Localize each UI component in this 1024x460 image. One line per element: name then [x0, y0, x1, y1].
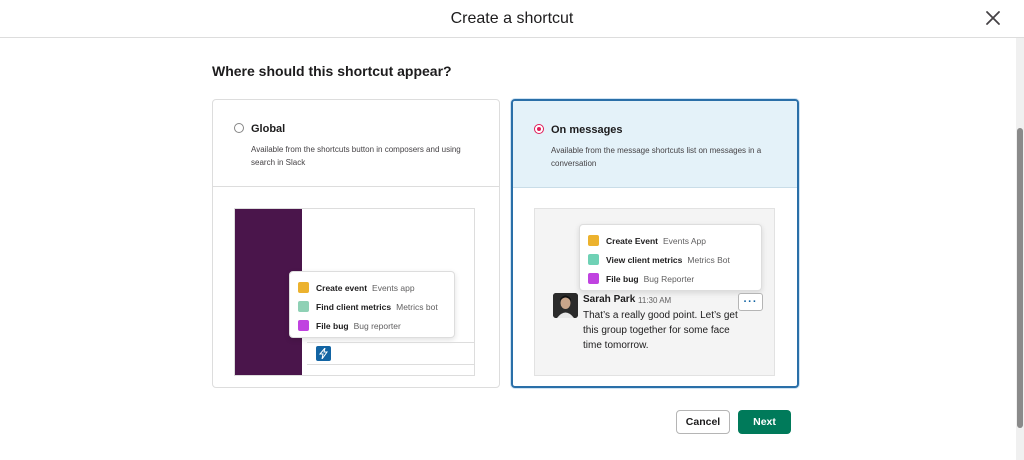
close-icon[interactable]	[984, 9, 1002, 27]
option-title-messages: On messages	[551, 124, 623, 136]
menu-item-name: Create Event	[606, 235, 658, 246]
composer-divider	[307, 364, 474, 365]
cancel-button[interactable]: Cancel	[676, 410, 730, 434]
message-timestamp: 11:30 AM	[638, 296, 672, 305]
option-card-global[interactable]: Global Available from the shortcuts butt…	[212, 99, 500, 388]
global-preview: Create event Events app Find client metr…	[234, 208, 475, 376]
radio-global[interactable]	[234, 123, 244, 133]
menu-item-app: Events app	[372, 282, 415, 293]
section-heading: Where should this shortcut appear?	[212, 63, 452, 79]
menu-item: View client metrics Metrics Bot	[588, 250, 753, 269]
menu-item: File bug Bug reporter	[298, 316, 446, 335]
lightning-bolt-icon	[316, 346, 331, 361]
app-color-icon	[588, 254, 599, 265]
radio-messages[interactable]	[534, 124, 544, 134]
app-color-icon	[298, 282, 309, 293]
option-card-messages[interactable]: On messages Available from the message s…	[511, 99, 799, 388]
app-color-icon	[588, 235, 599, 246]
message-author: Sarah Park	[583, 294, 636, 305]
menu-item-app: Events App	[662, 235, 706, 246]
option-description-global: Available from the shortcuts button in c…	[251, 145, 461, 167]
menu-item-app: Metrics bot	[396, 301, 438, 312]
option-header-global: Global Available from the shortcuts butt…	[213, 100, 499, 187]
app-color-icon	[588, 273, 599, 284]
avatar	[553, 293, 578, 318]
menu-item: Create Event Events App	[588, 231, 753, 250]
menu-item: Find client metrics Metrics bot	[298, 297, 446, 316]
more-actions-button[interactable]: ···	[738, 293, 763, 311]
message-text: That’s a really good point. Let’s get th…	[583, 310, 738, 351]
menu-item-app: Bug reporter	[353, 320, 401, 331]
app-color-icon	[298, 320, 309, 331]
menu-item-name: File bug	[606, 273, 639, 284]
composer-divider	[307, 342, 474, 343]
modal-header: Create a shortcut	[0, 0, 1024, 38]
scrollbar-thumb[interactable]	[1017, 128, 1023, 428]
menu-item-name: File bug	[316, 320, 349, 331]
menu-item-app: Metrics Bot	[687, 254, 730, 265]
option-header-messages: On messages Available from the message s…	[513, 101, 797, 188]
menu-item-name: Find client metrics	[316, 301, 392, 312]
message-preview: Create Event Events App View client metr…	[534, 208, 775, 376]
menu-item-name: Create event	[316, 282, 368, 293]
menu-item: File bug Bug Reporter	[588, 269, 753, 288]
menu-item-name: View client metrics	[606, 254, 683, 265]
option-description-messages: Available from the message shortcuts lis…	[551, 146, 762, 168]
next-button[interactable]: Next	[738, 410, 791, 434]
menu-item-app: Bug Reporter	[643, 273, 695, 284]
shortcut-menu-messages: Create Event Events App View client metr…	[579, 224, 762, 291]
app-color-icon	[298, 301, 309, 312]
shortcut-menu-global: Create event Events app Find client metr…	[289, 271, 455, 338]
modal-title: Create a shortcut	[450, 9, 574, 27]
menu-item: Create event Events app	[298, 278, 446, 297]
option-title-global: Global	[251, 123, 286, 135]
